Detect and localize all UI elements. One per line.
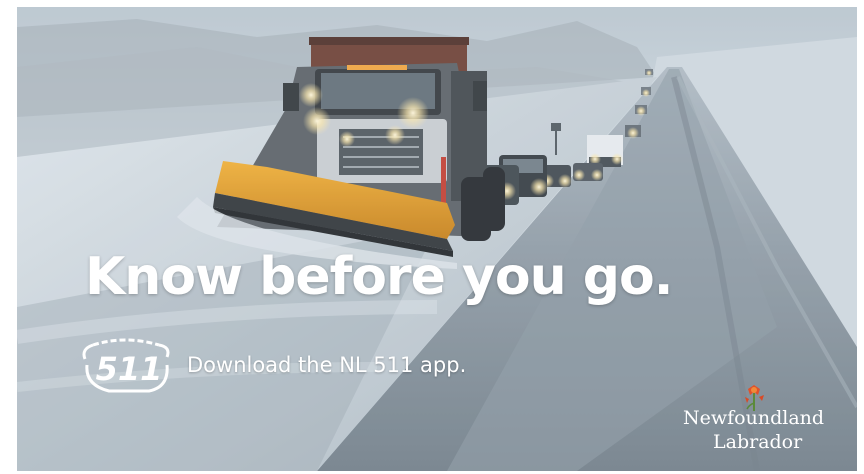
511-logo-icon: 511 [82,338,170,393]
province-name-line1: Newfoundland [683,407,825,429]
province-name-line2: Labrador [713,431,803,453]
newfoundland-labrador-logo: Newfoundland Labrador [681,381,825,461]
app-download-row: 511 Download the NL 511 app. [79,335,466,395]
511-badge-text: 511 [96,350,163,388]
headline: Know before you go. [85,247,673,307]
winter-road-photo: Know before you go. 511 Download the NL … [17,7,857,471]
app-download-text: Download the NL 511 app. [187,353,467,377]
